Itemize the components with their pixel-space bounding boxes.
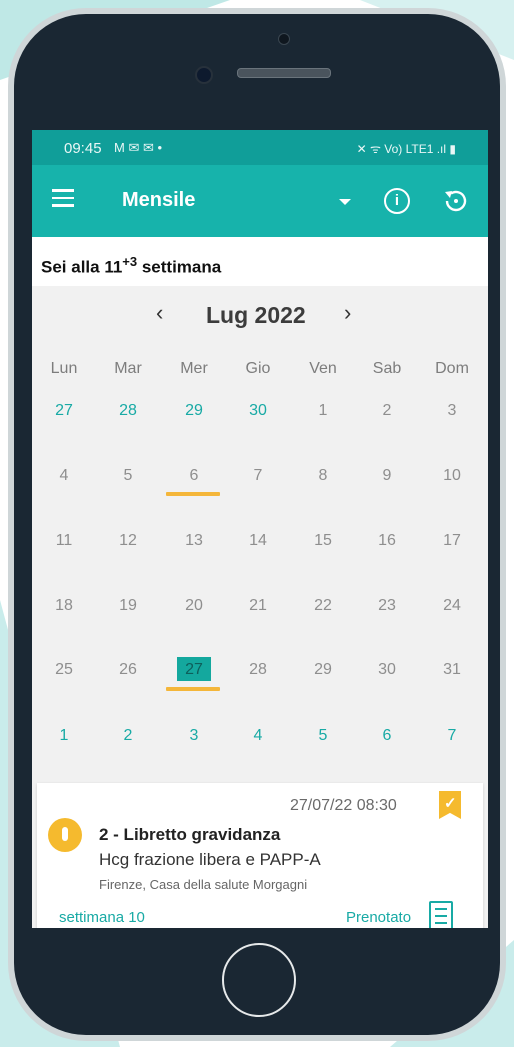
app-screen: 09:45 M ✉ ✉ • ✕ ᯤ Vo) LTE1 .ıl ▮ Mensile… xyxy=(32,130,488,928)
calendar-day[interactable]: 28 xyxy=(98,402,158,420)
system-icons: ✕ ᯤ Vo) LTE1 .ıl ▮ xyxy=(356,142,456,156)
calendar-day[interactable]: 20 xyxy=(164,597,224,615)
calendar-day[interactable]: 15 xyxy=(293,532,353,550)
calendar-day[interactable]: 27 xyxy=(34,402,94,420)
info-icon[interactable]: i xyxy=(384,188,410,214)
front-camera xyxy=(195,66,213,84)
calendar-day[interactable]: 14 xyxy=(228,532,288,550)
weekday-header: Lun xyxy=(50,360,78,377)
calendar-day[interactable]: 12 xyxy=(98,532,158,550)
weekday-header: Dom xyxy=(435,360,469,377)
calendar-day[interactable]: 30 xyxy=(228,402,288,420)
calendar-day[interactable]: 4 xyxy=(228,727,288,745)
calendar-day[interactable]: 1 xyxy=(34,727,94,745)
calendar-day[interactable]: 2 xyxy=(98,727,158,745)
app-bar: Mensile i xyxy=(32,165,488,237)
calendar-day[interactable]: 7 xyxy=(228,467,288,485)
calendar-day[interactable]: 3 xyxy=(164,727,224,745)
calendar-day[interactable]: 22 xyxy=(293,597,353,615)
calendar-day[interactable]: 30 xyxy=(357,661,417,679)
calendar-day[interactable]: 19 xyxy=(98,597,158,615)
appointment-datetime: 27/07/22 08:30 xyxy=(290,797,397,814)
calendar-day[interactable]: 29 xyxy=(293,661,353,679)
hamburger-menu-icon[interactable] xyxy=(52,189,74,209)
notification-icons: M ✉ ✉ • xyxy=(114,140,163,155)
calendar-day[interactable]: 29 xyxy=(164,402,224,420)
home-button[interactable] xyxy=(222,943,296,1017)
weekday-header: Mer xyxy=(180,360,208,377)
calendar-day[interactable]: 17 xyxy=(422,532,482,550)
calendar-day[interactable]: 6 xyxy=(164,467,224,485)
month-navigation: ‹ Lug 2022 › xyxy=(32,290,488,330)
calendar-day[interactable]: 18 xyxy=(34,597,94,615)
pregnancy-week-text: Sei alla 11+3 settimana xyxy=(41,254,222,277)
prev-month-button[interactable]: ‹ xyxy=(156,300,163,326)
status-bar: 09:45 M ✉ ✉ • ✕ ᯤ Vo) LTE1 .ıl ▮ xyxy=(32,130,488,165)
weekday-header: Mar xyxy=(114,360,142,377)
front-sensor xyxy=(278,33,290,45)
calendar-day[interactable]: 9 xyxy=(357,467,417,485)
caret-down-icon[interactable] xyxy=(339,199,351,205)
calendar-day[interactable]: 31 xyxy=(422,661,482,679)
calendar-day[interactable]: 2 xyxy=(357,402,417,420)
appointment-week: settimana 10 xyxy=(59,909,145,926)
next-month-button[interactable]: › xyxy=(344,300,351,326)
view-mode-title[interactable]: Mensile xyxy=(122,189,195,212)
test-tube-icon xyxy=(48,818,82,852)
weekday-header: Ven xyxy=(309,360,337,377)
month-label: Lug 2022 xyxy=(206,302,306,328)
history-icon[interactable] xyxy=(442,187,470,215)
calendar-day[interactable]: 3 xyxy=(422,402,482,420)
calendar-day[interactable]: 28 xyxy=(228,661,288,679)
calendar-day[interactable]: 25 xyxy=(34,661,94,679)
calendar-day[interactable]: 8 xyxy=(293,467,353,485)
calendar-day[interactable]: 16 xyxy=(357,532,417,550)
calendar-day[interactable]: 13 xyxy=(164,532,224,550)
appointment-card[interactable]: 27/07/22 08:30 ✓ 2 - Libretto gravidanza… xyxy=(37,783,483,928)
weekday-header: Sab xyxy=(372,360,402,377)
calendar-day[interactable]: 10 xyxy=(422,467,482,485)
calendar-day[interactable]: 7 xyxy=(422,727,482,745)
appointment-location: Firenze, Casa della salute Morgagni xyxy=(99,877,308,892)
today-marker xyxy=(166,492,220,496)
appointment-title: 2 - Libretto gravidanza xyxy=(99,825,281,844)
calendar-day[interactable]: 21 xyxy=(228,597,288,615)
calendar-day[interactable]: 4 xyxy=(34,467,94,485)
appointment-subtitle: Hcg frazione libera e PAPP-A xyxy=(99,850,321,869)
status-time: 09:45 xyxy=(64,140,102,157)
calendar-day[interactable]: 26 xyxy=(98,661,158,679)
calendar-day[interactable]: 27 xyxy=(164,661,224,679)
today-marker xyxy=(166,687,220,691)
calendar-day[interactable]: 11 xyxy=(34,532,94,550)
pregnancy-week-bar: Sei alla 11+3 settimana xyxy=(32,237,488,286)
calendar-day[interactable]: 5 xyxy=(293,727,353,745)
calendar-day[interactable]: 6 xyxy=(357,727,417,745)
document-icon[interactable] xyxy=(429,901,453,928)
calendar-day[interactable]: 5 xyxy=(98,467,158,485)
calendar-day[interactable]: 24 xyxy=(422,597,482,615)
weekday-header: Gio xyxy=(245,360,271,377)
bookmark-check-icon[interactable]: ✓ xyxy=(439,791,461,819)
calendar-day[interactable]: 23 xyxy=(357,597,417,615)
appointment-status: Prenotato xyxy=(346,909,412,926)
earpiece-speaker xyxy=(237,68,331,78)
calendar-day[interactable]: 1 xyxy=(293,402,353,420)
